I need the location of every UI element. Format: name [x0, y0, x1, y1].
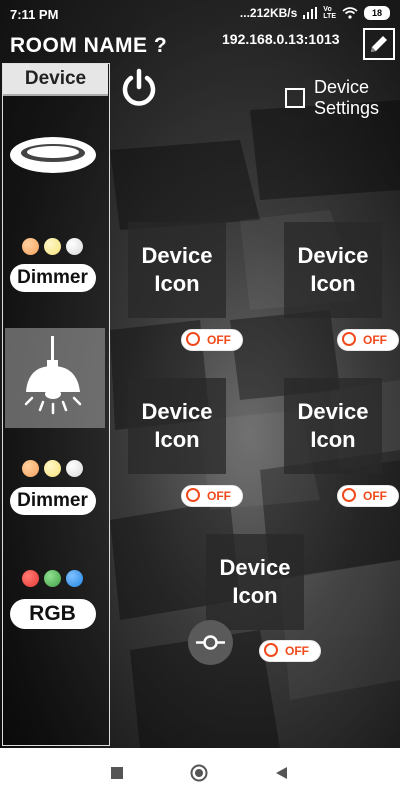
- battery-icon: 18: [364, 6, 390, 20]
- dimmer-dot: [44, 460, 61, 477]
- rgb-dot-green: [44, 570, 61, 587]
- volte-icon: Vo LTE: [323, 6, 336, 20]
- device-icon-tile[interactable]: Device Icon: [128, 222, 226, 318]
- device-icon-tile[interactable]: Device Icon: [284, 222, 382, 318]
- device-toggle[interactable]: OFF: [337, 329, 399, 351]
- ceiling-light-icon: [9, 137, 96, 173]
- wifi-icon: [342, 7, 358, 19]
- sidebar-item-dimmer-2[interactable]: Dimmer: [0, 460, 105, 515]
- sidebar-item-pendant-lamp[interactable]: [0, 336, 105, 418]
- toggle-state: OFF: [285, 644, 309, 658]
- signal-icon: [303, 7, 318, 19]
- dimmer-dots-icon: [22, 238, 83, 255]
- toggle-knob: [186, 332, 200, 346]
- device-icon-tile[interactable]: Device Icon: [206, 534, 304, 630]
- device-icon-tile[interactable]: Device Icon: [284, 378, 382, 474]
- toggle-knob: [264, 643, 278, 657]
- dimmer-dots-icon: [22, 460, 83, 477]
- device-settings-label: Device Settings: [314, 77, 380, 118]
- rgb-dot-blue: [66, 570, 83, 587]
- toggle-state: OFF: [363, 489, 387, 503]
- network-speed: ...212KB/s: [239, 6, 298, 20]
- dimmer-label: Dimmer: [9, 487, 96, 515]
- power-icon[interactable]: [119, 68, 159, 108]
- ip-address: 192.168.0.13:1013: [222, 31, 340, 47]
- slider-icon[interactable]: [188, 620, 233, 665]
- rgb-dot-red: [22, 570, 39, 587]
- toggle-state: OFF: [207, 333, 231, 347]
- toggle-state: OFF: [207, 489, 231, 503]
- toggle-knob: [186, 488, 200, 502]
- room-title[interactable]: ROOM NAME ?: [10, 34, 167, 58]
- rgb-dots-icon: [22, 570, 83, 587]
- dimmer-dot: [22, 238, 39, 255]
- device-settings-checkbox[interactable]: [285, 88, 305, 108]
- dimmer-dot: [66, 460, 83, 477]
- sidebar-item-ceiling-light[interactable]: [0, 135, 105, 179]
- pendant-lamp-icon: [24, 336, 81, 415]
- dimmer-dot: [44, 238, 61, 255]
- device-icon-tile[interactable]: Device Icon: [128, 378, 226, 474]
- device-toggle[interactable]: OFF: [181, 329, 243, 351]
- status-icons: ...212KB/s Vo LTE 18: [240, 6, 390, 20]
- back-icon[interactable]: [274, 766, 288, 780]
- status-bar: 7:11 PM ...212KB/s Vo LTE 18: [0, 0, 400, 28]
- dimmer-dot: [66, 238, 83, 255]
- device-toggle[interactable]: OFF: [259, 640, 321, 662]
- toggle-knob: [342, 332, 356, 346]
- toggle-state: OFF: [363, 333, 387, 347]
- home-icon[interactable]: [190, 764, 208, 782]
- status-time: 7:11 PM: [10, 7, 59, 22]
- header: ROOM NAME ? 192.168.0.13:1013: [0, 28, 400, 64]
- app-screen: 7:11 PM ...212KB/s Vo LTE 18 ROOM NAME ? …: [0, 0, 400, 748]
- device-toggle[interactable]: OFF: [337, 485, 399, 507]
- sidebar-item-dimmer-1[interactable]: Dimmer: [0, 238, 105, 292]
- device-toggle[interactable]: OFF: [181, 485, 243, 507]
- sidebar-title: Device: [3, 64, 108, 96]
- dimmer-label: Dimmer: [9, 264, 96, 292]
- dimmer-dot: [22, 460, 39, 477]
- sidebar-item-rgb[interactable]: RGB: [0, 570, 105, 629]
- toggle-knob: [342, 488, 356, 502]
- system-nav-bar: [0, 748, 400, 800]
- rgb-label: RGB: [9, 599, 96, 629]
- pencil-icon[interactable]: [363, 28, 395, 60]
- recent-apps-icon[interactable]: [110, 766, 124, 780]
